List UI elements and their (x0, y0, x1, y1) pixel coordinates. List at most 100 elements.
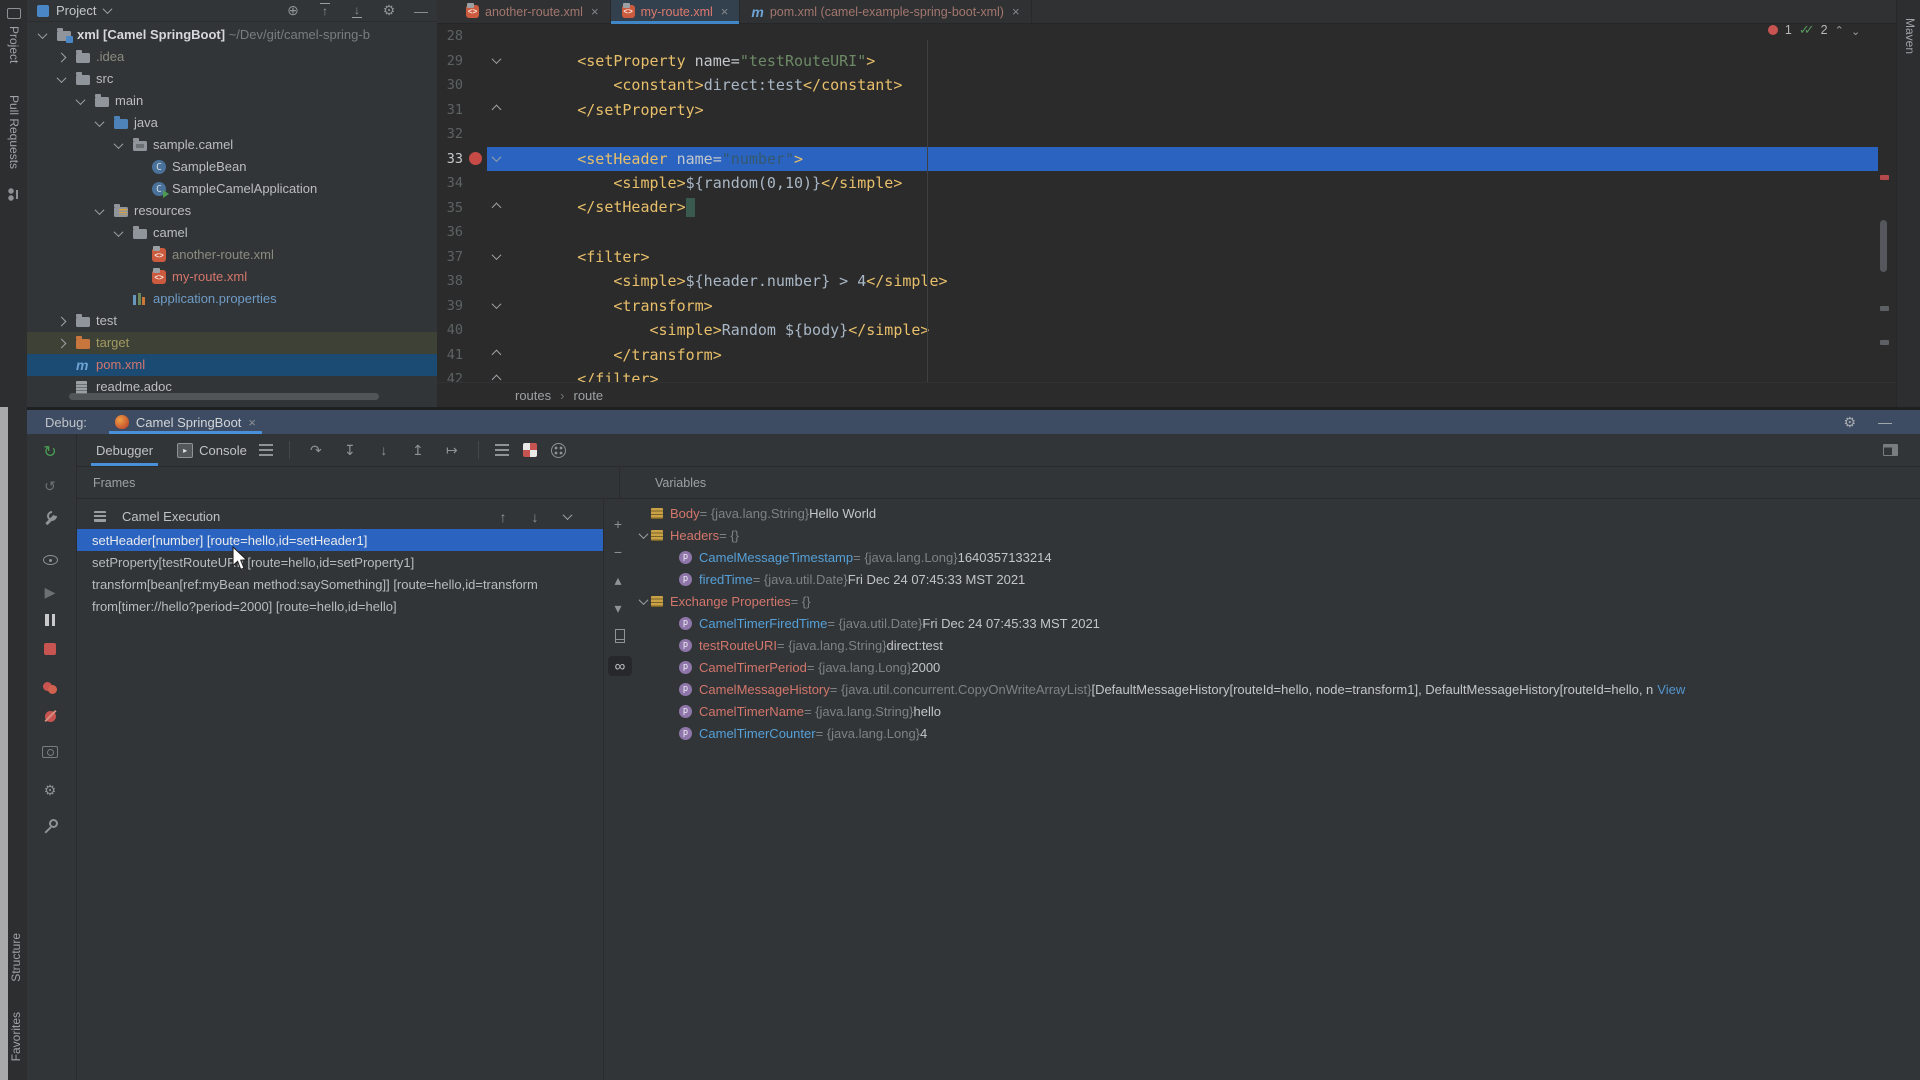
code-line[interactable]: 37 <filter> (437, 245, 1878, 270)
stop-icon[interactable] (40, 639, 60, 659)
line-number[interactable]: 35 (437, 200, 463, 216)
close-icon[interactable]: × (591, 4, 599, 19)
minimize-icon[interactable]: — (1878, 414, 1892, 431)
breadcrumb-item[interactable]: routes (515, 388, 551, 403)
chevron-down-icon[interactable] (557, 507, 577, 527)
resume-icon[interactable]: ▶ (40, 582, 60, 602)
code-area[interactable]: 2829 <setProperty name="testRouteURI">30… (437, 24, 1878, 392)
code-line[interactable]: 30 <constant>direct:test</constant> (437, 73, 1878, 98)
pin-icon[interactable] (40, 816, 60, 836)
tree-row[interactable]: java (27, 112, 437, 134)
chevron-down-icon[interactable] (114, 227, 124, 237)
chevron-right-icon[interactable] (57, 339, 67, 349)
frame-row[interactable]: from[timer://hello?period=2000] [route=h… (77, 595, 603, 617)
tree-row[interactable]: CSampleCamelApplication (27, 178, 437, 200)
debug-session-tab[interactable]: Camel SpringBoot × (109, 410, 262, 434)
toolwindow-button-project[interactable]: Project (7, 26, 21, 63)
arrow-up-icon[interactable]: ↑ (493, 507, 513, 527)
settings-gear-icon[interactable]: ⚙ (40, 780, 60, 800)
close-icon[interactable]: × (248, 415, 256, 430)
variable-row[interactable]: pCamelTimerCounter = {java.lang.Long} 4 (631, 722, 1920, 744)
variable-row[interactable]: ptestRouteURI = {java.lang.String} direc… (631, 634, 1920, 656)
line-number[interactable]: 33 (437, 151, 463, 167)
next-issue-icon[interactable]: ⌃ (1851, 24, 1860, 37)
view-link[interactable]: View (1657, 682, 1685, 697)
frame-row[interactable]: transform[bean[ref:myBean method:saySome… (77, 573, 603, 595)
prev-issue-icon[interactable]: ⌃ (1835, 24, 1844, 37)
line-number[interactable]: 41 (437, 347, 463, 363)
code-line[interactable]: 29 <setProperty name="testRouteURI"> (437, 49, 1878, 74)
chevron-right-icon[interactable] (57, 53, 67, 63)
debug-tab-debugger[interactable]: Debugger (91, 435, 158, 466)
fold-marker-icon[interactable] (491, 152, 501, 162)
code-line[interactable]: 31 </setProperty> (437, 98, 1878, 123)
chevron-right-icon[interactable] (57, 317, 67, 327)
line-number[interactable]: 32 (437, 126, 463, 142)
tree-row[interactable]: resources (27, 200, 437, 222)
view-breakpoints-icon[interactable] (40, 676, 60, 696)
fold-marker-icon[interactable] (491, 105, 501, 115)
line-number[interactable]: 37 (437, 249, 463, 265)
toolwindow-button-structure[interactable]: Structure (9, 933, 23, 982)
line-number[interactable]: 28 (437, 28, 463, 44)
fold-marker-icon[interactable] (491, 299, 501, 309)
force-step-into-icon[interactable]: ↓ (374, 440, 394, 460)
layout-settings-icon[interactable] (1880, 440, 1900, 460)
stripe-mark[interactable] (1880, 306, 1889, 311)
chevron-down-icon[interactable] (76, 95, 86, 105)
arrow-down-icon[interactable]: ↓ (525, 507, 545, 527)
variable-row[interactable]: pCamelMessageHistory = {java.util.concur… (631, 678, 1920, 700)
variable-row[interactable]: Headers = {} (631, 524, 1920, 546)
chevron-down-icon[interactable] (638, 529, 648, 539)
step-over-icon[interactable]: ↷ (306, 440, 326, 460)
editor-tab[interactable]: <>my-route.xml× (611, 0, 741, 23)
line-number[interactable]: 31 (437, 102, 463, 118)
line-number[interactable]: 30 (437, 77, 463, 93)
line-number[interactable]: 39 (437, 298, 463, 314)
breakpoints-grid-icon[interactable] (551, 443, 566, 458)
variable-row[interactable]: pfiredTime = {java.util.Date} Fri Dec 24… (631, 568, 1920, 590)
tree-row[interactable]: xml [Camel SpringBoot] ~/Dev/git/camel-s… (27, 24, 437, 46)
error-stripe-mark[interactable] (1880, 175, 1889, 180)
tree-row[interactable]: <>my-route.xml (27, 266, 437, 288)
mute-breakpoints-icon[interactable] (40, 706, 60, 726)
console-icon[interactable]: ▸ (177, 443, 193, 458)
variable-row[interactable]: pCamelTimerPeriod = {java.lang.Long} 200… (631, 656, 1920, 678)
debug-tab-console[interactable]: ▸Console (172, 435, 252, 466)
code-line[interactable]: 28 (437, 24, 1878, 49)
variable-row[interactable]: Exchange Properties = {} (631, 590, 1920, 612)
line-number[interactable]: 34 (437, 175, 463, 191)
fold-marker-icon[interactable] (491, 54, 501, 64)
editor-tab[interactable]: <>another-route.xml× (455, 0, 611, 23)
fold-marker-icon[interactable] (491, 350, 501, 360)
add-watch-icon[interactable]: + (608, 514, 628, 534)
code-line[interactable]: 40 <simple>Random ${body}</simple> (437, 318, 1878, 343)
code-line[interactable]: 32 (437, 122, 1878, 147)
code-line[interactable]: 36 (437, 220, 1878, 245)
remove-watch-icon[interactable]: − (608, 542, 628, 562)
code-line[interactable]: 34 <simple>${random(0,10)}</simple> (437, 171, 1878, 196)
fold-marker-icon[interactable] (491, 250, 501, 260)
step-out-icon[interactable]: ↥ (408, 440, 428, 460)
frame-row[interactable]: setHeader[number] [route=hello,id=setHea… (77, 529, 603, 551)
chevron-down-icon[interactable] (95, 117, 105, 127)
code-line[interactable]: 41 </transform> (437, 343, 1878, 368)
tree-horizontal-scrollbar[interactable] (69, 393, 379, 400)
tree-row[interactable]: camel (27, 222, 437, 244)
chevron-down-icon[interactable] (114, 139, 124, 149)
chevron-down-icon[interactable] (95, 205, 105, 215)
move-up-icon[interactable]: ▴ (608, 570, 628, 590)
tree-row[interactable]: mpom.xml (27, 354, 437, 376)
variable-row[interactable]: Body = {java.lang.String} Hello World (631, 502, 1920, 524)
stripe-mark[interactable] (1880, 340, 1889, 345)
tree-row[interactable]: target (27, 332, 437, 354)
tree-row[interactable]: .idea (27, 46, 437, 68)
gear-icon[interactable]: ⚙ (379, 1, 399, 21)
editor-vertical-scrollbar[interactable] (1880, 220, 1887, 272)
variable-row[interactable]: pCamelMessageTimestamp = {java.lang.Long… (631, 546, 1920, 568)
tree-row[interactable]: application.properties (27, 288, 437, 310)
profiler-icon[interactable]: ↺ (40, 476, 60, 496)
step-into-icon[interactable]: ↧ (340, 440, 360, 460)
tree-row[interactable]: src (27, 68, 437, 90)
line-number[interactable]: 40 (437, 322, 463, 338)
